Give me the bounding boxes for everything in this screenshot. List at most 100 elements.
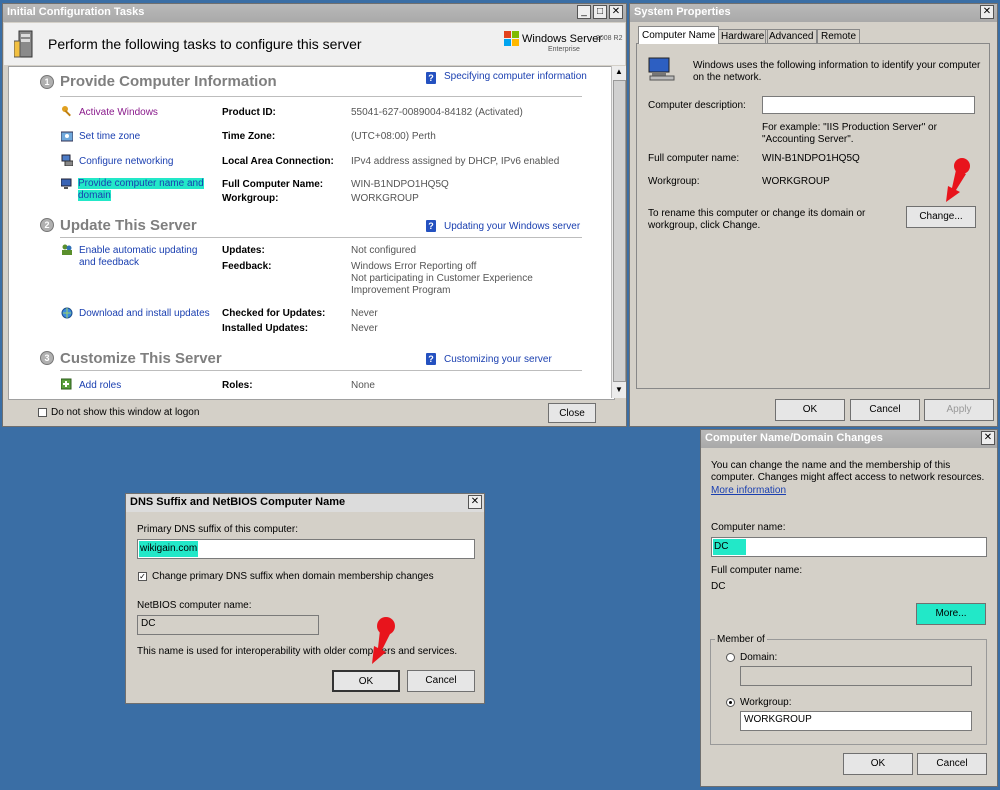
system-properties-window: System Properties ✕ Computer Name Hardwa… [629,3,998,427]
value-updates: Not configured [351,245,417,256]
dialog-title: Computer Name/Domain Changes [705,432,883,444]
domain-label: Domain: [740,652,778,663]
logo-brand: Windows Server [522,33,603,45]
help-link-computer-info[interactable]: Specifying computer information [444,71,587,83]
scroll-thumb[interactable] [613,80,626,382]
logo-version: 2008 R2 [596,35,623,42]
ok-button[interactable]: OK [775,399,845,421]
task-enable-auto-updating[interactable]: Enable automatic updating and feedback [79,245,211,269]
value-full-computer-name: WIN-B1NDPO1HQ5Q [351,179,449,190]
task-provide-computer-name[interactable]: Provide computer name and domain [78,178,210,202]
ok-button[interactable]: OK [843,753,913,775]
red-arrow-pointer [946,158,970,202]
computer-name-input[interactable]: DC [711,537,987,557]
clock-icon [61,131,73,142]
change-dns-suffix-checkbox[interactable]: ✓ [138,572,147,581]
initial-config-window: Initial Configuration Tasks _ □ ✕ Perfor… [2,3,627,427]
value-workgroup: WORKGROUP [351,193,419,204]
label-full-computer-name: Full Computer Name: [222,179,324,190]
help-link-customize[interactable]: Customizing your server [444,354,552,365]
windows-flag-icon [504,31,519,46]
member-of-label: Member of [715,634,767,645]
workgroup-label: Workgroup: [740,697,792,708]
tab-computer-name[interactable]: Computer Name [638,26,720,44]
red-arrow-pointer [372,617,395,664]
dns-suffix-dialog: DNS Suffix and NetBIOS Computer Name ✕ P… [125,493,485,704]
minimize-button[interactable]: _ [577,5,591,19]
label-feedback: Feedback: [222,261,272,272]
window-title: System Properties [634,6,731,18]
dialog-title: DNS Suffix and NetBIOS Computer Name [130,496,346,508]
dns-suffix-label: Primary DNS suffix of this computer: [137,524,298,535]
computer-icon [648,57,675,81]
close-button[interactable]: ✕ [980,5,994,19]
workgroup-radio[interactable] [726,698,735,707]
step-number: 1 [40,75,54,89]
label-roles: Roles: [222,380,253,391]
header-band: Perform the following tasks to configure… [4,23,625,65]
windows-server-logo: Windows Server 2008 R2 Enterprise [504,29,623,59]
computer-name-value: DC [713,539,746,555]
full-computer-name-label: Full computer name: [648,153,740,164]
domain-radio[interactable] [726,653,735,662]
task-download-updates[interactable]: Download and install updates [79,308,210,319]
window-title: Initial Configuration Tasks [7,6,145,18]
vertical-scrollbar[interactable]: ▲ ▼ [611,66,626,398]
dns-suffix-input[interactable]: wikigain.com [137,539,475,559]
workgroup-label: Workgroup: [648,176,700,187]
label-lan: Local Area Connection: [222,156,334,167]
full-computer-name-value: DC [711,581,726,592]
help-link-update[interactable]: Updating your Windows server [444,221,580,232]
computer-icon [61,178,72,189]
title-bar: Initial Configuration Tasks _ □ ✕ [3,4,626,22]
dns-suffix-value: wikigain.com [139,541,198,557]
computer-name-label: Computer name: [711,522,786,533]
tab-advanced[interactable]: Advanced [765,29,818,44]
globe-icon [61,307,73,319]
title-bar: DNS Suffix and NetBIOS Computer Name ✕ [126,494,484,512]
task-configure-networking[interactable]: Configure networking [79,156,174,167]
task-set-time-zone[interactable]: Set time zone [79,131,140,142]
value-checked-for-updates: Never [351,308,378,319]
section-divider [60,370,582,371]
full-computer-name-value: WIN-B1NDPO1HQ5Q [762,153,860,164]
close-button[interactable]: Close [548,403,596,423]
close-button[interactable]: ✕ [468,495,482,509]
cancel-button[interactable]: Cancel [850,399,920,421]
task-add-roles[interactable]: Add roles [79,380,121,391]
domain-input [740,666,972,686]
more-button[interactable]: More... [916,603,986,625]
more-information-link[interactable]: More information [711,485,786,496]
change-button[interactable]: Change... [906,206,976,228]
value-installed-updates: Never [351,323,378,334]
step-number: 3 [40,351,54,365]
tab-hardware[interactable]: Hardware [717,29,769,44]
computer-description-input[interactable] [762,96,975,114]
key-icon [62,106,71,117]
tab-remote[interactable]: Remote [817,29,861,44]
scroll-up-arrow[interactable]: ▲ [615,67,623,76]
value-feedback-line2: Not participating in Customer Experience [351,273,533,284]
close-button[interactable]: ✕ [609,5,623,19]
scroll-down-arrow[interactable]: ▼ [615,385,623,394]
ok-button[interactable]: OK [332,670,400,692]
step-number: 2 [40,218,54,232]
cancel-button[interactable]: Cancel [917,753,987,775]
section-title-computer-info: Provide Computer Information [60,73,277,90]
workgroup-value: WORKGROUP [762,176,830,187]
close-button[interactable]: ✕ [981,431,995,445]
dont-show-checkbox[interactable] [38,408,47,417]
apply-button[interactable]: Apply [924,399,994,421]
value-lan: IPv4 address assigned by DHCP, IPv6 enab… [351,156,560,167]
value-feedback-line3: Improvement Program [351,285,451,296]
workgroup-input[interactable]: WORKGROUP [740,711,972,731]
help-icon: ? [426,353,436,365]
page-title: Perform the following tasks to configure… [48,36,362,52]
maximize-button[interactable]: □ [593,5,607,19]
section-title-customize: Customize This Server [60,350,222,367]
server-icon [14,30,33,58]
help-icon: ? [426,220,436,232]
task-activate-windows[interactable]: Activate Windows [79,107,158,118]
intro-text: You can change the name and the membersh… [711,460,985,483]
cancel-button[interactable]: Cancel [407,670,475,692]
